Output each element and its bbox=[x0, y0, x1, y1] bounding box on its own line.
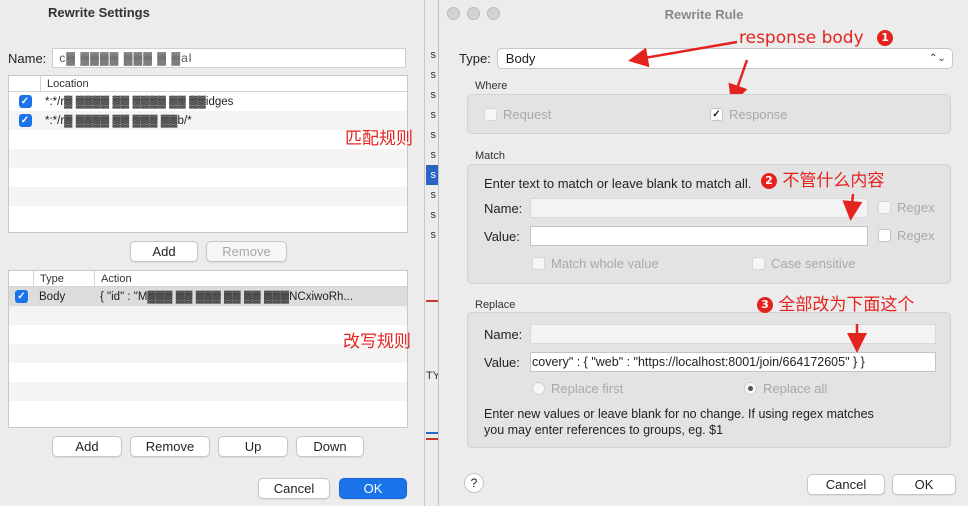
match-value-label: Value: bbox=[484, 229, 520, 244]
location-text: *:*/r▓ ▓▓▓▓ ▓▓ ▓▓▓▓ ▓▓ ▓▓idges bbox=[45, 95, 234, 108]
location-enabled-checkbox[interactable]: ✓ bbox=[18, 95, 32, 108]
location-table-header: Location bbox=[9, 76, 407, 92]
name-regex-option[interactable]: Regex bbox=[878, 200, 935, 215]
ok-button[interactable]: OK bbox=[892, 474, 956, 495]
help-button[interactable]: ? bbox=[464, 473, 484, 493]
name-label: Name: bbox=[8, 50, 47, 66]
match-whole-option[interactable]: Match whole value bbox=[532, 256, 659, 271]
where-group: Request ✓ Response bbox=[467, 94, 951, 134]
match-whole-checkbox[interactable] bbox=[532, 257, 545, 270]
rewrite-rule-dialog: Rewrite Rule Type: Body ⌃⌄ response body… bbox=[438, 0, 968, 506]
remove-rule-button[interactable]: Remove bbox=[130, 436, 210, 457]
location-table: Location ✓ *:*/r▓ ▓▓▓▓ ▓▓ ▓▓▓▓ ▓▓ ▓▓idge… bbox=[8, 75, 408, 233]
location-row[interactable]: ✓ *:*/r▓ ▓▓▓▓ ▓▓ ▓▓▓▓ ▓▓ ▓▓idges bbox=[9, 92, 407, 111]
replace-value-input[interactable]: covery" : { "web" : "https://localhost:8… bbox=[530, 352, 936, 372]
replace-name-label: Name: bbox=[484, 327, 523, 342]
type-label: Type: bbox=[459, 51, 491, 66]
rule-row[interactable]: ✓ Body { "id" : "M▓▓▓ ▓▓ ▓▓▓ ▓▓ ▓▓ ▓▓▓NC… bbox=[9, 287, 407, 306]
location-column-header[interactable]: Location bbox=[41, 76, 407, 91]
move-up-button[interactable]: Up bbox=[218, 436, 288, 457]
replace-group-title: Replace bbox=[475, 299, 516, 311]
annotation-match-rules: 匹配规则 bbox=[345, 129, 413, 149]
replace-first-option[interactable]: Replace first bbox=[532, 381, 623, 396]
case-sensitive-checkbox[interactable] bbox=[752, 257, 765, 270]
match-value-input[interactable] bbox=[530, 226, 868, 246]
dialog-title: Rewrite Settings bbox=[48, 5, 150, 20]
rule-action: { "id" : "M▓▓▓ ▓▓ ▓▓▓ ▓▓ ▓▓ ▓▓▓NCxiwoRh.… bbox=[100, 290, 354, 303]
match-name-label: Name: bbox=[484, 201, 523, 216]
request-label: Request bbox=[503, 107, 552, 122]
replace-hint-line2: you may enter references to groups, eg. … bbox=[484, 423, 724, 437]
name-input[interactable]: c▓ ▓▓▓▓ ▓▓▓ ▓ ▓al bbox=[52, 48, 407, 68]
replace-all-option[interactable]: Replace all bbox=[744, 381, 827, 396]
ok-button[interactable]: OK bbox=[339, 478, 407, 499]
annotation-rewrite-rules: 改写规则 bbox=[343, 332, 411, 352]
request-checkbox[interactable] bbox=[484, 108, 497, 121]
response-label: Response bbox=[729, 107, 788, 122]
type-column-header[interactable]: Type bbox=[34, 271, 95, 286]
add-location-button[interactable]: Add bbox=[130, 241, 198, 262]
cancel-button[interactable]: Cancel bbox=[258, 478, 330, 499]
request-option[interactable]: Request bbox=[484, 107, 551, 122]
annotation-arrow-3 bbox=[847, 324, 867, 353]
replace-first-radio[interactable] bbox=[532, 382, 545, 395]
case-sensitive-option[interactable]: Case sensitive bbox=[752, 256, 856, 271]
value-regex-checkbox[interactable] bbox=[878, 229, 891, 242]
rule-type: Body bbox=[39, 290, 66, 303]
location-enabled-checkbox[interactable]: ✓ bbox=[18, 114, 32, 127]
cancel-button[interactable]: Cancel bbox=[807, 474, 885, 495]
rules-table-header: Type Action bbox=[9, 271, 407, 287]
background-window-edge: s s s s s s s s s s TY bbox=[426, 0, 440, 506]
title-bar: Rewrite Rule bbox=[439, 0, 968, 28]
where-group-title: Where bbox=[475, 80, 508, 92]
rule-enabled-checkbox[interactable]: ✓ bbox=[15, 290, 28, 303]
badge-2: 2 bbox=[761, 173, 777, 189]
replace-name-input[interactable] bbox=[530, 324, 936, 344]
location-text: *:*/r▓ ▓▓▓▓ ▓▓ ▓▓▓ ▓▓b/* bbox=[45, 114, 192, 127]
response-option[interactable]: ✓ Response bbox=[710, 107, 788, 122]
replace-all-radio[interactable] bbox=[744, 382, 757, 395]
dialog-title: Rewrite Rule bbox=[664, 7, 744, 22]
badge-3: 3 bbox=[757, 297, 773, 313]
move-down-button[interactable]: Down bbox=[296, 436, 364, 457]
match-group-title: Match bbox=[475, 150, 505, 162]
response-checkbox[interactable]: ✓ bbox=[710, 108, 723, 121]
annotation-any-content: 2 不管什么内容 bbox=[761, 166, 884, 191]
action-column-header[interactable]: Action bbox=[95, 271, 407, 286]
name-regex-checkbox[interactable] bbox=[878, 201, 891, 214]
chevron-updown-icon: ⌃⌄ bbox=[929, 53, 946, 64]
match-hint: Enter text to match or leave blank to ma… bbox=[484, 176, 752, 191]
selected-row-fragment: s bbox=[426, 165, 438, 185]
replace-hint-line1: Enter new values or leave blank for no c… bbox=[484, 407, 874, 421]
value-regex-option[interactable]: Regex bbox=[878, 228, 935, 243]
annotation-arrow-2 bbox=[842, 193, 863, 221]
rewrite-settings-dialog: Rewrite Settings Name: c▓ ▓▓▓▓ ▓▓▓ ▓ ▓al… bbox=[0, 0, 425, 506]
type-selected-value: Body bbox=[505, 51, 536, 66]
remove-location-button[interactable]: Remove bbox=[206, 241, 287, 262]
replace-value-label: Value: bbox=[484, 355, 520, 370]
add-rule-button[interactable]: Add bbox=[52, 436, 122, 457]
name-row: Name: c▓ ▓▓▓▓ ▓▓▓ ▓ ▓al bbox=[8, 48, 407, 68]
replace-group: Name: Value: covery" : { "web" : "https:… bbox=[467, 312, 951, 448]
match-name-input[interactable] bbox=[530, 198, 868, 218]
annotation-replace-all: 3 全部改为下面这个 bbox=[757, 290, 914, 315]
